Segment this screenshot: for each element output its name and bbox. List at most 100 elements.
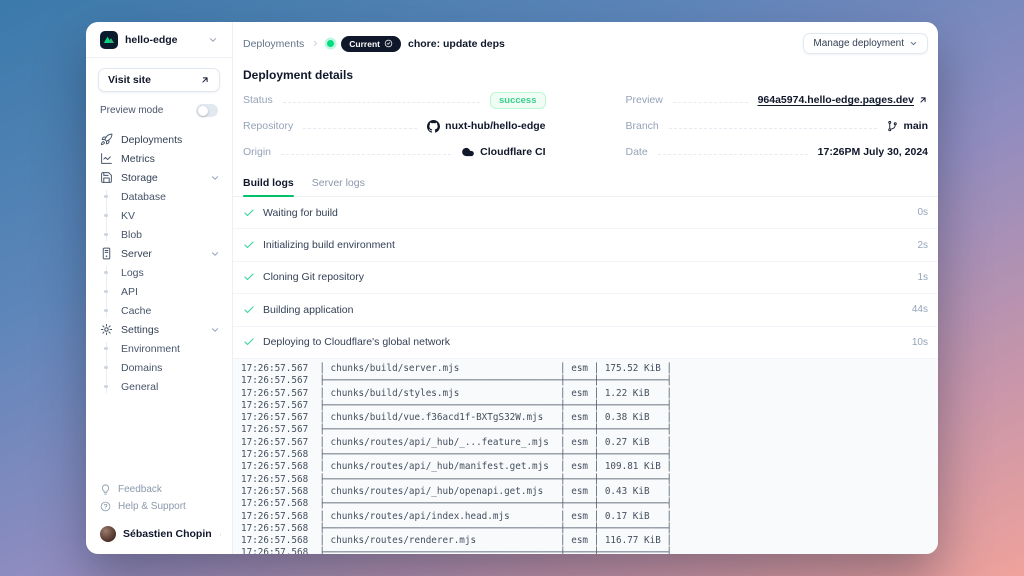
detail-row-branch: Branch main	[626, 113, 929, 139]
settings-submenu: Environment Domains General	[106, 339, 220, 396]
chevron-right-icon	[311, 39, 320, 48]
repository-value[interactable]: nuxt-hub/hello-edge	[427, 120, 545, 133]
disk-icon	[100, 171, 113, 184]
help-support-link[interactable]: Help & Support	[100, 498, 218, 515]
preview-mode-label: Preview mode	[100, 105, 163, 116]
github-icon	[427, 120, 440, 133]
sidebar-item-server[interactable]: Server	[100, 244, 220, 263]
sidebar-subitem-label: Domains	[121, 362, 162, 374]
toggle-knob	[198, 106, 208, 116]
server-icon	[100, 247, 113, 260]
build-step-duration: 1s	[917, 272, 928, 283]
branch-name: main	[903, 120, 928, 132]
user-name: Sébastien Chopin	[123, 528, 212, 540]
sidebar-subitem-label: API	[121, 286, 138, 298]
detail-row-origin: Origin Cloudflare CI	[243, 139, 546, 165]
current-badge-label: Current	[349, 39, 380, 49]
build-step-duration: 0s	[917, 207, 928, 218]
kebab-menu-icon[interactable]	[219, 529, 222, 540]
sidebar-subitem-label: General	[121, 381, 158, 393]
origin-value: Cloudflare CI	[461, 145, 545, 159]
sidebar-item-deployments[interactable]: Deployments	[100, 130, 220, 149]
leader-line	[658, 154, 808, 155]
sidebar-subitem-label: Cache	[121, 305, 151, 317]
sidebar-item-label: Server	[121, 248, 152, 260]
breadcrumb-deployments[interactable]: Deployments	[243, 38, 304, 50]
sidebar-item-settings[interactable]: Settings	[100, 320, 220, 339]
sidebar-item-environment[interactable]: Environment	[106, 339, 220, 358]
project-switcher[interactable]: hello-edge	[86, 22, 232, 57]
leader-line	[283, 102, 480, 103]
sidebar-item-general[interactable]: General	[106, 377, 220, 396]
build-step-waiting[interactable]: Waiting for build 0s	[233, 197, 938, 229]
visit-site-label: Visit site	[108, 74, 151, 86]
sidebar: hello-edge Visit site Preview mode Deplo…	[86, 22, 233, 554]
build-step-cloning[interactable]: Cloning Git repository 1s	[233, 262, 938, 294]
detail-row-date: Date 17:26PM July 30, 2024	[626, 139, 929, 165]
sidebar-item-blob[interactable]: Blob	[106, 225, 220, 244]
detail-label: Status	[243, 94, 273, 106]
sidebar-nav: Deployments Metrics Storage Database KV …	[86, 130, 232, 396]
sidebar-item-api[interactable]: API	[106, 282, 220, 301]
sidebar-item-label: Settings	[121, 324, 159, 336]
logs-tabs: Build logs Server logs	[233, 177, 938, 197]
sidebar-item-label: Metrics	[121, 153, 155, 165]
origin-name: Cloudflare CI	[480, 146, 545, 158]
build-step-initializing[interactable]: Initializing build environment 2s	[233, 229, 938, 261]
build-log-output[interactable]: 17:26:57.567 │ chunks/build/server.mjs │…	[233, 359, 938, 554]
build-step-label: Deploying to Cloudflare's global network	[263, 336, 450, 348]
detail-label: Date	[626, 146, 648, 158]
feedback-label: Feedback	[118, 484, 162, 495]
build-step-building[interactable]: Building application 44s	[233, 294, 938, 326]
chevron-down-icon	[909, 39, 918, 48]
details-left-column: Status success Repository nuxt-hub/hello…	[243, 87, 546, 165]
detail-row-status: Status success	[243, 87, 546, 113]
gear-icon	[100, 323, 113, 336]
check-icon	[243, 239, 255, 251]
sidebar-item-logs[interactable]: Logs	[106, 263, 220, 282]
details-right-column: Preview 964a5974.hello-edge.pages.dev Br…	[626, 87, 929, 165]
sidebar-item-kv[interactable]: KV	[106, 206, 220, 225]
preview-mode-row: Preview mode	[100, 104, 218, 117]
build-step-duration: 2s	[917, 240, 928, 251]
main-panel: Deployments Current chore: update deps M…	[233, 22, 938, 554]
check-icon	[243, 336, 255, 348]
storage-submenu: Database KV Blob	[106, 187, 220, 244]
sidebar-item-domains[interactable]: Domains	[106, 358, 220, 377]
project-name: hello-edge	[125, 34, 201, 46]
manage-deployment-label: Manage deployment	[813, 38, 904, 49]
sidebar-item-metrics[interactable]: Metrics	[100, 149, 220, 168]
visit-site-button[interactable]: Visit site	[98, 68, 220, 92]
nuxthub-logo-icon	[100, 31, 118, 49]
sidebar-divider	[86, 57, 232, 58]
lightbulb-icon	[100, 484, 111, 495]
external-link-icon	[200, 75, 210, 85]
detail-label: Origin	[243, 146, 271, 158]
sidebar-item-database[interactable]: Database	[106, 187, 220, 206]
server-submenu: Logs API Cache	[106, 263, 220, 320]
deployment-title: chore: update deps	[408, 38, 505, 50]
date-value: 17:26PM July 30, 2024	[818, 146, 928, 158]
build-step-duration: 44s	[912, 304, 928, 315]
build-step-label: Initializing build environment	[263, 239, 395, 251]
chevron-down-icon	[208, 35, 218, 45]
preview-link[interactable]: 964a5974.hello-edge.pages.dev	[758, 94, 928, 106]
tab-server-logs[interactable]: Server logs	[312, 177, 365, 196]
feedback-link[interactable]: Feedback	[100, 481, 218, 498]
user-menu[interactable]: Sébastien Chopin	[86, 519, 232, 554]
sidebar-item-cache[interactable]: Cache	[106, 301, 220, 320]
tab-build-logs[interactable]: Build logs	[243, 177, 294, 196]
check-icon	[243, 304, 255, 316]
leader-line	[303, 128, 417, 129]
sidebar-item-label: Deployments	[121, 134, 182, 146]
cloud-icon	[461, 145, 475, 159]
rocket-icon	[100, 133, 113, 146]
sidebar-subitem-label: Environment	[121, 343, 180, 355]
manage-deployment-button[interactable]: Manage deployment	[803, 33, 928, 54]
check-icon	[243, 207, 255, 219]
build-step-deploying[interactable]: Deploying to Cloudflare's global network…	[233, 327, 938, 359]
preview-url: 964a5974.hello-edge.pages.dev	[758, 94, 914, 106]
sidebar-item-storage[interactable]: Storage	[100, 168, 220, 187]
preview-mode-toggle[interactable]	[196, 104, 218, 117]
details-heading: Deployment details	[243, 68, 928, 82]
